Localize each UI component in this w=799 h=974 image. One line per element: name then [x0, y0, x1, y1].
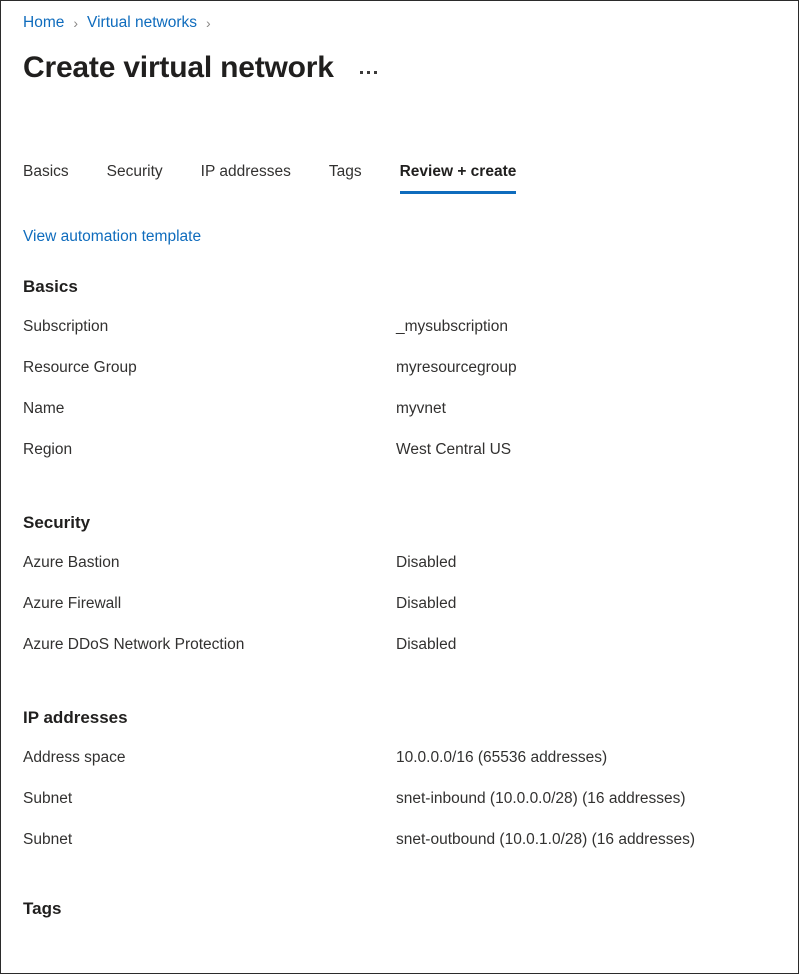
- breadcrumb-link-home[interactable]: Home: [23, 14, 64, 32]
- summary-row-label: Subscription: [23, 318, 396, 336]
- ellipsis-dot: [360, 71, 363, 74]
- tab-tags[interactable]: Tags: [329, 162, 362, 194]
- summary-row-label: Region: [23, 441, 396, 459]
- section-heading-basics: Basics: [23, 277, 798, 297]
- summary-row: Subnetsnet-inbound (10.0.0.0/28) (16 add…: [23, 790, 798, 831]
- view-automation-template-link[interactable]: View automation template: [23, 228, 201, 246]
- ellipsis-dot: [367, 71, 370, 74]
- sections-container: BasicsSubscription_mysubscriptionResourc…: [23, 277, 798, 919]
- summary-row-value: myvnet: [396, 400, 446, 418]
- page-title: Create virtual network: [23, 50, 334, 86]
- summary-row: Address space10.0.0.0/16 (65536 addresse…: [23, 749, 798, 790]
- section-rows: Azure BastionDisabledAzure FirewallDisab…: [23, 554, 798, 677]
- summary-row: Azure BastionDisabled: [23, 554, 798, 595]
- summary-row: RegionWest Central US: [23, 441, 798, 482]
- summary-row: Azure FirewallDisabled: [23, 595, 798, 636]
- summary-row: Subscription_mysubscription: [23, 318, 798, 359]
- review-content: View automation template Basics Subscript…: [23, 228, 798, 919]
- summary-row-value: West Central US: [396, 441, 511, 459]
- tab-list: Basics Security IP addresses Tags Review + c…: [23, 156, 798, 194]
- tab-review-create[interactable]: Review + create: [400, 162, 517, 194]
- tab-ip-addresses[interactable]: IP addresses: [201, 162, 291, 194]
- breadcrumb-link-virtual-networks[interactable]: Virtual networks: [87, 14, 197, 32]
- section-heading-tags: Tags: [23, 899, 798, 919]
- section-rows: Address space10.0.0.0/16 (65536 addresse…: [23, 749, 798, 872]
- page-title-row: Create virtual network: [23, 50, 798, 86]
- summary-row: Resource Groupmyresourcegroup: [23, 359, 798, 400]
- create-virtual-network-blade: Home › Virtual networks › Create virtual ne…: [0, 0, 799, 974]
- tab-security[interactable]: Security: [107, 162, 163, 194]
- summary-row-value: snet-inbound (10.0.0.0/28) (16 addresses…: [396, 790, 686, 808]
- ellipsis-dot: [374, 71, 377, 74]
- summary-row-value: Disabled: [396, 636, 456, 654]
- summary-row: Azure DDoS Network ProtectionDisabled: [23, 636, 798, 677]
- summary-row-value: Disabled: [396, 595, 456, 613]
- more-options-icon[interactable]: [356, 67, 381, 78]
- summary-row-label: Azure DDoS Network Protection: [23, 636, 396, 654]
- summary-row-label: Subnet: [23, 790, 396, 808]
- breadcrumb: Home › Virtual networks ›: [23, 12, 798, 34]
- summary-row-label: Subnet: [23, 831, 396, 849]
- summary-row-label: Address space: [23, 749, 396, 767]
- tab-basics[interactable]: Basics: [23, 162, 69, 194]
- summary-row-value: Disabled: [396, 554, 456, 572]
- summary-row-value: myresourcegroup: [396, 359, 517, 377]
- summary-row: Subnetsnet-outbound (10.0.1.0/28) (16 ad…: [23, 831, 798, 872]
- breadcrumb-separator-icon: ›: [206, 16, 211, 30]
- section-rows: Subscription_mysubscriptionResource Grou…: [23, 318, 798, 482]
- section-heading-security: Security: [23, 513, 798, 533]
- summary-row-label: Azure Bastion: [23, 554, 396, 572]
- summary-row-label: Name: [23, 400, 396, 418]
- summary-row-label: Azure Firewall: [23, 595, 396, 613]
- summary-row-label: Resource Group: [23, 359, 396, 377]
- summary-row-value: 10.0.0.0/16 (65536 addresses): [396, 749, 607, 767]
- summary-row: Namemyvnet: [23, 400, 798, 441]
- summary-row-value: snet-outbound (10.0.1.0/28) (16 addresse…: [396, 831, 695, 849]
- breadcrumb-separator-icon: ›: [73, 16, 78, 30]
- summary-row-value: _mysubscription: [396, 318, 508, 336]
- section-heading-ip-addresses: IP addresses: [23, 708, 798, 728]
